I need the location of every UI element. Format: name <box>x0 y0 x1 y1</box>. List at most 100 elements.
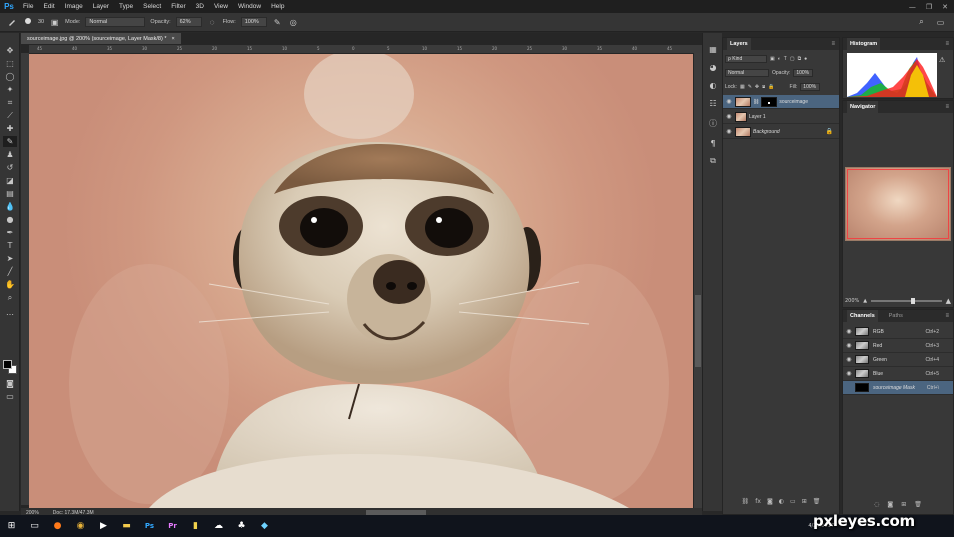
layer-row-background[interactable]: ◉ Background 🔒 <box>723 125 839 139</box>
channel-row-blue[interactable]: ◉ Blue Ctrl+5 <box>843 367 953 381</box>
fill-field[interactable]: 100% <box>800 83 821 91</box>
navigator-panel-menu-icon[interactable]: ≡ <box>945 104 949 110</box>
file-explorer-icon[interactable]: ▬ <box>115 515 138 537</box>
menu-edit[interactable]: Edit <box>38 3 59 10</box>
delete-layer-icon[interactable]: 🗑 <box>813 498 821 508</box>
firefox-icon[interactable]: ● <box>46 515 69 537</box>
layers-panel-menu-icon[interactable]: ≡ <box>831 41 835 47</box>
paint-icon[interactable]: ♣ <box>230 515 253 537</box>
eyedropper-tool-icon[interactable]: ⟋ <box>3 110 17 121</box>
stamp-tool-icon[interactable]: ♟ <box>3 149 17 160</box>
lock-brush-icon[interactable]: ✎ <box>748 84 752 90</box>
canvas-image-meerkat[interactable] <box>29 54 693 508</box>
brush-tool-icon[interactable]: ✎ <box>3 136 17 147</box>
menu-select[interactable]: Select <box>138 3 166 10</box>
navigator-zoom-value[interactable]: 200% <box>845 298 859 304</box>
visibility-eye-icon[interactable]: ◉ <box>843 370 855 377</box>
zoom-in-icon[interactable]: ▲ <box>946 297 951 305</box>
color-panel-icon[interactable]: ◕ <box>707 61 719 73</box>
restore-button[interactable]: ❐ <box>926 3 932 11</box>
layer-row-layer-1[interactable]: ◉ Layer 1 <box>723 110 839 124</box>
document-tab[interactable]: sourceimage.jpg @ 200% (sourceimage, Lay… <box>21 33 181 44</box>
tab-channels[interactable]: Channels <box>847 310 878 322</box>
visibility-eye-icon[interactable]: ◉ <box>723 113 735 120</box>
pressure-size-icon[interactable]: ◎ <box>288 17 299 28</box>
app-icon[interactable]: ◆ <box>253 515 276 537</box>
filter-type-icon[interactable]: T <box>784 56 787 62</box>
filter-smart-icon[interactable]: ⧉ <box>798 56 802 62</box>
zoom-tool-icon[interactable]: ⌕ <box>3 292 17 303</box>
lock-artboard-icon[interactable]: ⧈ <box>762 84 765 90</box>
new-adjustment-icon[interactable]: ◐ <box>779 498 784 508</box>
new-group-icon[interactable]: ▭ <box>790 498 796 508</box>
menu-window[interactable]: Window <box>233 3 266 10</box>
quick-select-tool-icon[interactable]: ✦ <box>3 84 17 95</box>
menu-filter[interactable]: Filter <box>166 3 190 10</box>
histogram-panel-menu-icon[interactable]: ≡ <box>945 41 949 47</box>
lock-transparent-icon[interactable]: ▦ <box>740 84 745 90</box>
foreground-color-swatch[interactable] <box>3 360 12 369</box>
brush-preset-picker[interactable] <box>22 17 33 28</box>
photoshop-taskbar-icon[interactable]: Ps <box>138 515 161 537</box>
notes-icon[interactable]: ▮ <box>184 515 207 537</box>
info-panel-icon[interactable]: ⓘ <box>707 117 719 129</box>
menu-file[interactable]: File <box>18 3 38 10</box>
new-layer-icon[interactable]: ⊞ <box>802 498 807 508</box>
move-tool-icon[interactable]: ✥ <box>3 45 17 56</box>
filter-shape-icon[interactable]: ▢ <box>790 56 795 62</box>
search-icon[interactable]: ⌕ <box>916 17 927 28</box>
tab-layers[interactable]: Layers <box>727 38 751 50</box>
type-tool-icon[interactable]: T <box>3 240 17 251</box>
visibility-eye-icon[interactable]: ◉ <box>843 328 855 335</box>
navigator-zoom-slider[interactable] <box>871 298 942 304</box>
menu-image[interactable]: Image <box>60 3 88 10</box>
history-brush-tool-icon[interactable]: ↺ <box>3 162 17 173</box>
gradient-tool-icon[interactable]: ▤ <box>3 188 17 199</box>
filter-pixel-icon[interactable]: ▣ <box>770 56 775 62</box>
blend-mode-select[interactable]: Normal <box>725 69 769 77</box>
path-select-tool-icon[interactable]: ➤ <box>3 253 17 264</box>
visibility-eye-icon[interactable]: ◉ <box>723 98 735 105</box>
lock-all-icon[interactable]: 🔒 <box>768 84 774 90</box>
visibility-eye-icon[interactable]: ◉ <box>843 342 855 349</box>
add-mask-icon[interactable]: ◙ <box>767 498 773 508</box>
network-app-icon[interactable]: ☁ <box>207 515 230 537</box>
tab-histogram[interactable]: Histogram <box>847 38 881 50</box>
healing-tool-icon[interactable]: ✚ <box>3 123 17 134</box>
load-selection-icon[interactable]: ◌ <box>874 501 879 508</box>
layer-filter-select[interactable]: ρ Kind <box>725 55 767 63</box>
quick-mask-icon[interactable]: ◙ <box>3 378 17 389</box>
more-tools-icon[interactable]: … <box>3 307 17 318</box>
workspace-icon[interactable]: ▭ <box>935 17 946 28</box>
menu-help[interactable]: Help <box>266 3 289 10</box>
airbrush-icon[interactable]: ✎ <box>272 17 283 28</box>
screen-mode-icon[interactable]: ▭ <box>3 391 17 402</box>
minimize-button[interactable]: — <box>909 3 916 11</box>
menu-view[interactable]: View <box>209 3 233 10</box>
filter-toggle-icon[interactable]: ● <box>804 56 807 62</box>
media-player-icon[interactable]: ▶ <box>92 515 115 537</box>
link-layers-icon[interactable]: ⛓ <box>742 498 750 508</box>
menu-type[interactable]: Type <box>114 3 138 10</box>
lasso-tool-icon[interactable]: ◯ <box>3 71 17 82</box>
layer-mask-thumbnail[interactable] <box>761 96 778 107</box>
layer-style-icon[interactable]: fx <box>755 498 761 508</box>
visibility-eye-icon[interactable]: ◉ <box>843 384 855 391</box>
crop-tool-icon[interactable]: ⌗ <box>3 97 17 108</box>
brush-panel-icon[interactable]: ▣ <box>49 17 60 28</box>
tab-navigator[interactable]: Navigator <box>847 101 879 113</box>
eraser-tool-icon[interactable]: ◪ <box>3 175 17 186</box>
pressure-opacity-icon[interactable]: ◌ <box>207 17 218 28</box>
paragraph-panel-icon[interactable]: ¶ <box>707 137 719 149</box>
layer-opacity-field[interactable]: 100% <box>793 69 814 77</box>
channel-row-green[interactable]: ◉ Green Ctrl+4 <box>843 353 953 367</box>
opacity-field[interactable]: 62% <box>175 17 202 27</box>
adjustments-panel-icon[interactable]: ◐ <box>707 79 719 91</box>
blur-tool-icon[interactable]: 💧 <box>3 201 17 212</box>
new-channel-icon[interactable]: ⊞ <box>901 501 906 508</box>
channel-row-red[interactable]: ◉ Red Ctrl+3 <box>843 339 953 353</box>
menu-3d[interactable]: 3D <box>191 3 209 10</box>
link-chain-icon[interactable]: ⛓ <box>753 99 759 105</box>
tab-paths[interactable]: Paths <box>886 310 906 322</box>
marquee-tool-icon[interactable]: ⬚ <box>3 58 17 69</box>
